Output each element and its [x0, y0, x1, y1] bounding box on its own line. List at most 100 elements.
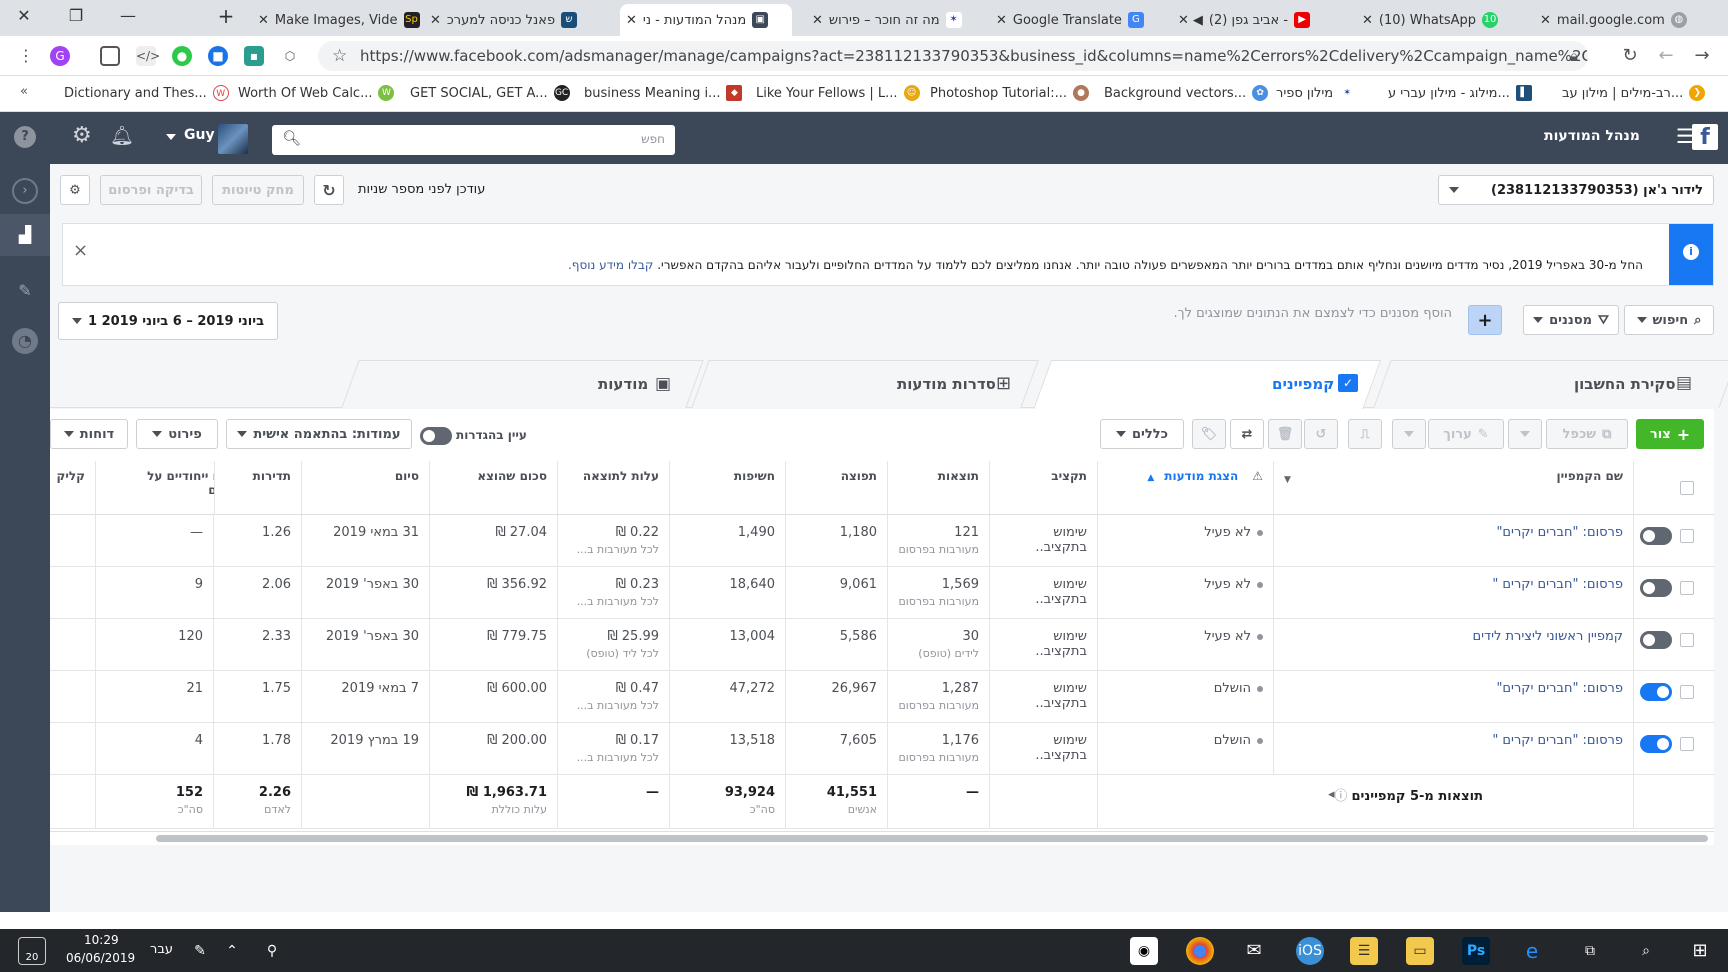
filters-button[interactable]: מסננים ⛛	[1523, 305, 1619, 335]
browser-tab[interactable]: ✕ Google Translate G	[990, 4, 1160, 36]
duplicate-dropdown[interactable]	[1508, 419, 1542, 449]
bookmark-item[interactable]: GET SOCIAL, GET A... GC	[410, 85, 570, 101]
horizontal-scrollbar-thumb[interactable]	[156, 835, 1708, 842]
header-impressions[interactable]: חשיפות	[670, 461, 786, 515]
teal-extension-icon[interactable]: ▪	[244, 46, 264, 66]
people-icon[interactable]: ⚲	[258, 937, 286, 965]
clock-date[interactable]: 06/06/2019	[66, 951, 135, 965]
create-button[interactable]: צור +	[1636, 419, 1704, 449]
help-icon[interactable]: ?	[14, 126, 36, 148]
new-tab-icon[interactable]: +	[214, 4, 238, 28]
filter-placeholder[interactable]: הוסף מסננים כדי לצמצם את הנתונים שמוצגים…	[1148, 306, 1452, 321]
windows-start-icon[interactable]: ⊞	[1686, 937, 1714, 965]
date-range-picker[interactable]: 1 ביוני 2019 – 6 ביוני 2019	[58, 302, 278, 340]
cell-select[interactable]	[1634, 567, 1714, 619]
ios-app-icon[interactable]: iOS	[1296, 937, 1324, 965]
reports-button[interactable]: דוחות	[50, 419, 128, 449]
campaign-toggle[interactable]	[1640, 683, 1672, 701]
row-checkbox[interactable]	[1680, 529, 1694, 543]
header-budget[interactable]: תקציב	[990, 461, 1098, 515]
code-extension-icon[interactable]: </>	[136, 46, 160, 66]
campaign-toggle[interactable]	[1640, 631, 1672, 649]
forward-icon[interactable]: ←	[1656, 46, 1676, 66]
tag-button[interactable]: 🏷︎	[1192, 419, 1226, 449]
shield-extension-icon[interactable]: ⬡	[280, 46, 300, 66]
export-button[interactable]: ⇄	[1230, 419, 1264, 449]
search-button[interactable]: חיפוש ⌕	[1624, 305, 1714, 335]
edge-icon[interactable]: e	[1518, 937, 1546, 965]
url-field[interactable]: ☆ https://www.facebook.com/adsmanager/ma…	[318, 41, 1588, 71]
tab-close-icon[interactable]: ✕	[1362, 13, 1373, 28]
mail-icon[interactable]: ✉	[1240, 937, 1268, 965]
chevron-up-icon[interactable]: ⌃	[218, 937, 246, 965]
campaign-name-link[interactable]: פרסום: "חברים יקרים"	[1496, 681, 1623, 696]
facebook-logo-icon[interactable]: f	[1692, 124, 1718, 150]
tab-close-icon[interactable]: ✕	[1178, 13, 1189, 28]
discard-drafts-button[interactable]: מחק טיוטות	[212, 175, 304, 205]
task-view-icon[interactable]: ⧉	[1576, 937, 1604, 965]
duplicate-button[interactable]: שכפל ⧉	[1546, 419, 1628, 449]
back-icon[interactable]: →	[1692, 46, 1712, 66]
cell-name[interactable]: פרסום: "חברים יקרים "	[1274, 723, 1634, 775]
account-selector[interactable]: לידור ג'אן (238112133790353)	[1438, 175, 1714, 205]
cell-select[interactable]	[1634, 619, 1714, 671]
column-menu-icon[interactable]: ▼	[1284, 475, 1291, 485]
browser-tab[interactable]: ✕ Make Images, Vide Sp	[252, 4, 420, 36]
collapse-arrow-icon[interactable]: ◂	[1328, 787, 1335, 802]
notification-center-icon[interactable]: 20	[18, 937, 46, 965]
tab-close-icon[interactable]: ✕	[258, 13, 269, 28]
campaign-toggle[interactable]	[1640, 527, 1672, 545]
horizontal-scrollbar-track[interactable]	[50, 831, 1714, 843]
cell-name[interactable]: פרסום: "חברים יקרים"	[1274, 515, 1634, 567]
photoshop-icon[interactable]: Ps	[1462, 937, 1490, 965]
bookmark-item[interactable]: Like Your Fellows | L... ☺	[756, 85, 920, 101]
browser-tab[interactable]: ✕ ◀ (2) אביב גפן - ▶	[1172, 4, 1342, 36]
bar-chart-icon[interactable]: ▟	[12, 222, 38, 248]
rules-button[interactable]: כללים	[1100, 419, 1184, 449]
bookmark-item[interactable]: business Meaning i... ◆	[584, 85, 743, 101]
user-avatar[interactable]	[218, 124, 248, 154]
cell-select[interactable]	[1634, 723, 1714, 775]
chrome-icon[interactable]	[1186, 937, 1214, 965]
row-checkbox[interactable]	[1680, 737, 1694, 751]
header-amount-spent[interactable]: סכום שהוצא	[430, 461, 558, 515]
row-checkbox[interactable]	[1680, 633, 1694, 647]
window-icon[interactable]	[100, 46, 120, 66]
info-icon[interactable]: ⓘ	[1334, 789, 1351, 804]
columns-button[interactable]: עמודות: בהתאמה אישית	[226, 419, 412, 449]
bookmark-item[interactable]: מילון ספיר ✶	[1276, 85, 1356, 101]
close-notice-icon[interactable]: ×	[73, 240, 88, 261]
browser-tab[interactable]: ✕ מה זה חוכר – פירוש ✶	[806, 4, 976, 36]
undo-button[interactable]: ↺	[1304, 419, 1338, 449]
row-checkbox[interactable]	[1680, 581, 1694, 595]
campaign-name-link[interactable]: פרסום: "חברים יקרים "	[1492, 577, 1623, 592]
edit-button[interactable]: ערוך ✎	[1428, 419, 1504, 449]
notice-learn-more-link[interactable]: קבלו מידע נוסף.	[568, 258, 653, 272]
minimize-window-icon[interactable]: —	[116, 6, 140, 25]
campaign-name-link[interactable]: פרסום: "חברים יקרים"	[1496, 525, 1623, 540]
cell-select[interactable]	[1634, 515, 1714, 567]
bookmark-item[interactable]: Background vectors... ✿	[1104, 85, 1269, 101]
select-all-checkbox[interactable]	[1680, 481, 1694, 495]
search-taskbar-icon[interactable]: ⌕	[1632, 937, 1660, 965]
cell-select[interactable]	[1634, 671, 1714, 723]
more-bookmarks-icon[interactable]: «	[20, 84, 28, 99]
bookmark-item[interactable]: מילוג - מילון עברי ע... ▌	[1388, 85, 1532, 101]
search-icon[interactable]: 🔍︎	[282, 129, 301, 147]
header-results[interactable]: תוצאות	[888, 461, 990, 515]
browser-tab[interactable]: ✕ פאנל כניסה למערכ ש	[424, 4, 592, 36]
cell-name[interactable]: פרסום: "חברים יקרים"	[1274, 671, 1634, 723]
clock-icon[interactable]: ◔	[12, 328, 38, 354]
bookmark-item[interactable]: Photoshop Tutorial:... ●	[930, 85, 1090, 101]
account-menu-caret-icon[interactable]	[166, 134, 176, 140]
cell-name[interactable]: פרסום: "חברים יקרים "	[1274, 567, 1634, 619]
search-box[interactable]: 🔍︎ חפש	[272, 125, 675, 155]
header-ends[interactable]: סיום	[302, 461, 430, 515]
bookmark-item[interactable]: Dictionary and Thes... W	[64, 85, 229, 101]
settings-button[interactable]: ⚙	[60, 175, 90, 205]
input-language[interactable]: עבר	[150, 942, 173, 957]
tab-close-icon[interactable]: ✕	[812, 13, 823, 28]
notifications-bell-icon[interactable]: 🔔︎	[110, 124, 134, 147]
tab-ads[interactable]	[341, 360, 704, 408]
review-publish-button[interactable]: בדיקה ופרסום	[100, 175, 202, 205]
